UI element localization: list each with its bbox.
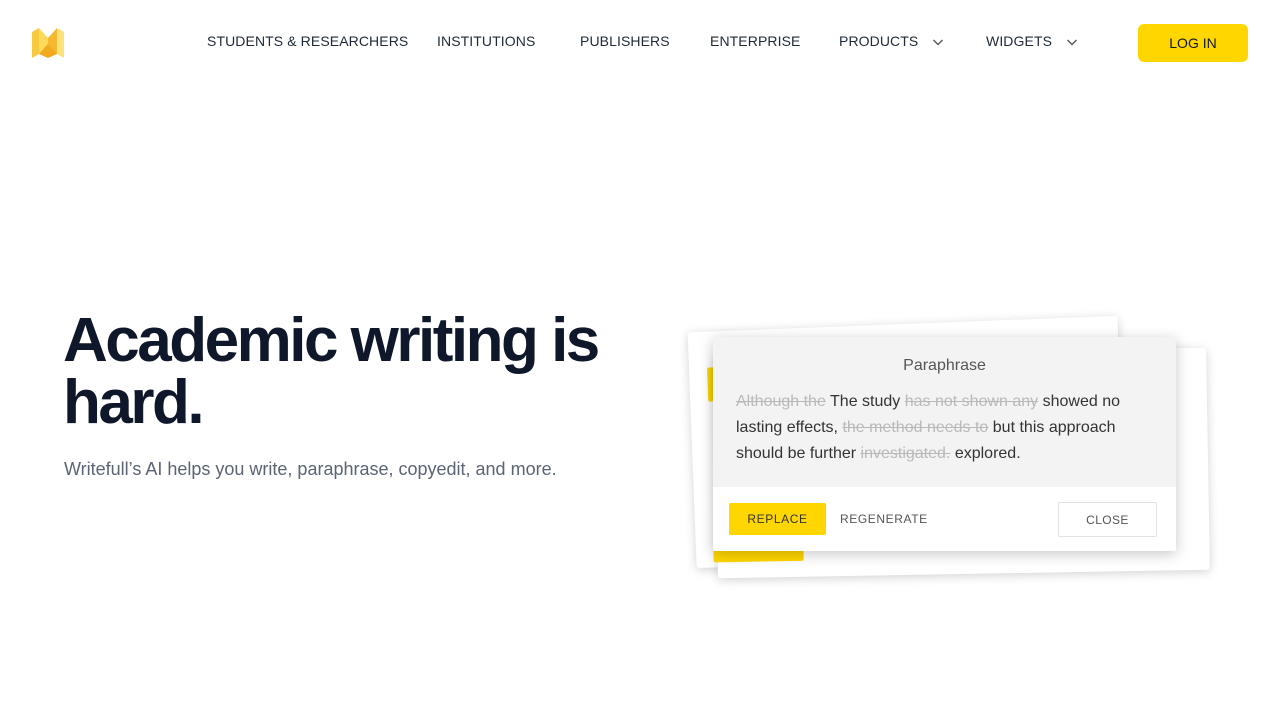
inserted-text: The study (830, 393, 901, 410)
regenerate-button[interactable]: REGENERATE (840, 503, 928, 535)
nav-label: PRODUCTS (839, 33, 919, 49)
nav-label: WIDGETS (986, 33, 1053, 49)
paraphrase-text: Although the The study has not shown any… (736, 389, 1161, 467)
paraphrase-heading: Paraphrase (903, 357, 986, 374)
nav-institutions[interactable]: INSTITUTIONS (437, 33, 535, 49)
deleted-text: investigated. (860, 445, 951, 462)
hero-subtitle: Writefull’s AI helps you write, paraphra… (64, 459, 557, 479)
inserted-text: explored. (954, 445, 1021, 462)
hero-title: Academic writing is hard. (63, 306, 600, 437)
chevron-down-icon (1066, 35, 1078, 47)
nav-products-dropdown[interactable]: PRODUCTS (839, 33, 944, 49)
site-header: STUDENTS & RESEARCHERS INSTITUTIONS PUBL… (0, 0, 1280, 86)
nav-students-researchers[interactable]: STUDENTS & RESEARCHERS (207, 33, 408, 49)
nav-label: PUBLISHERS (580, 33, 670, 49)
main-nav: STUDENTS & RESEARCHERS INSTITUTIONS PUBL… (0, 0, 1280, 86)
nav-label: STUDENTS & RESEARCHERS (207, 33, 409, 49)
close-button[interactable]: CLOSE (1058, 502, 1157, 537)
chevron-down-icon (932, 35, 944, 47)
deleted-text: the method needs to (842, 419, 989, 436)
deleted-text: Although the (736, 393, 826, 410)
login-button[interactable]: LOG IN (1138, 24, 1248, 62)
replace-button[interactable]: REPLACE (729, 503, 826, 535)
nav-label: INSTITUTIONS (437, 33, 536, 49)
paraphrase-card: Paraphrase Although the The study has no… (713, 337, 1176, 551)
nav-label: ENTERPRISE (710, 33, 801, 49)
nav-enterprise[interactable]: ENTERPRISE (710, 33, 800, 49)
paraphrase-illustration: Paraphrase Although the The study has no… (680, 310, 1220, 600)
deleted-text: has not shown any (904, 393, 1039, 410)
nav-widgets-dropdown[interactable]: WIDGETS (986, 33, 1078, 49)
nav-publishers[interactable]: PUBLISHERS (580, 33, 670, 49)
